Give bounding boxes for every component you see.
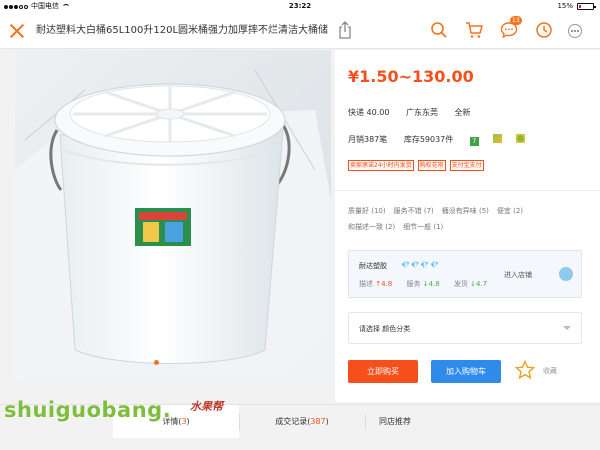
enter-shop-link[interactable]: 进入店铺 [504,270,532,280]
status-bar: 中国电信 23:22 15% [0,0,600,13]
shop-scores: 描述 ↑4.8 服务 ↓4.8 发货 ↓4.7 [359,279,499,289]
desc-score: ↑4.8 [375,280,393,288]
battery-icon [577,3,596,10]
status-right: 15% [557,0,596,13]
review-tag[interactable]: 细节一般 (1) [403,223,443,231]
watermark-logo: 水果帮 [190,400,223,413]
sku-selector-label: 请选择 颜色分类 [359,325,411,333]
close-icon[interactable] [8,22,26,40]
service-tag: 支付宝支付 [449,160,484,171]
shipping-row: 快递 40.00 广东东莞 全新 [348,107,485,118]
service-tag: 卖家承诺24小时内发货 [348,160,414,171]
shop-card[interactable]: 耐达塑胶 💎💎💎💎 描述 ↑4.8 服务 ↓4.8 发货 ↓4.7 进入店铺 [348,250,582,298]
desc-label: 描述 [359,280,373,288]
favorite-label[interactable]: 收藏 [543,366,557,376]
sales-row: 月销387笔 库存59037件 7 [348,134,539,146]
service-label: 服务 [406,280,421,288]
plant-icon [515,134,525,143]
carousel-indicator[interactable] [154,360,159,365]
monthly-sales: 月销387笔 [348,135,388,144]
product-info-panel: ¥1.50~130.00 快递 40.00 广东东莞 全新 月销387笔 库存5… [335,50,600,402]
shipping-fee: 快递 40.00 [348,108,390,117]
review-tag[interactable]: 和描述一致 (2) [348,223,395,231]
condition: 全新 [454,108,471,117]
tab-details-close: ) [186,417,190,426]
price-range: ¥1.50~130.00 [348,67,474,86]
share-icon[interactable] [338,21,352,39]
tab-records-close: ) [325,417,329,426]
tab-records-count: 387 [310,417,326,426]
tab-records-label: 成交记录( [275,417,311,426]
search-icon[interactable] [430,21,448,39]
review-tag[interactable]: 桶没有异味 (5) [442,207,489,215]
shop-icon[interactable] [559,267,573,281]
chevron-down-icon [563,326,571,330]
watermark-text: shuiguobang. [4,398,172,422]
history-icon[interactable] [535,21,553,39]
service-score: ↓4.8 [422,280,440,288]
review-tag[interactable]: 质量好 (10) [348,207,386,215]
seven-day-icon: 7 [469,137,479,146]
divider [335,190,600,191]
location: 广东东莞 [406,108,438,117]
add-to-cart-button[interactable]: 加入购物车 [431,360,501,383]
shop-name: 耐达塑胶 [359,262,387,270]
top-navigation: 耐达塑料大白桶65L100升120L圆米桶强力加厚摔不烂清洁大桶储水桶 13 [0,13,600,49]
review-tags: 质量好 (10) 服务不错 (7) 桶没有异味 (5) 便宜 (2) 和描述一致 (2… [348,203,593,235]
service-tags: 卖家承诺24小时内发货 购权花呗 支付宝支付 [348,160,484,171]
buy-now-button[interactable]: 立即购买 [348,360,418,383]
delivery-score: ↓4.7 [470,280,488,288]
stock: 库存59037件 [403,135,454,144]
shop-rating-diamonds: 💎💎💎💎 [401,261,440,269]
tab-records[interactable]: 成交记录(387) [239,405,365,438]
sku-selector[interactable]: 请选择 颜色分类 [348,312,582,344]
cart-icon[interactable] [465,21,483,39]
review-tag[interactable]: 服务不错 (7) [394,207,434,215]
delivery-label: 发货 [453,280,468,288]
bucket-illustration [15,50,331,380]
product-image[interactable] [15,50,331,380]
message-badge: 13 [510,16,522,25]
tab-recommend[interactable]: 同店推荐 [365,405,425,438]
product-title: 耐达塑料大白桶65L100升120L圆米桶强力加厚摔不烂清洁大桶储水桶 [36,25,328,36]
status-time: 23:22 [288,2,312,10]
service-tag: 购权花呗 [417,160,446,171]
star-icon[interactable] [515,360,535,380]
battery-percent: 15% [557,2,573,10]
more-icon[interactable] [568,24,582,38]
review-tag[interactable]: 便宜 (2) [497,207,523,215]
guarantee-icon [492,134,502,143]
